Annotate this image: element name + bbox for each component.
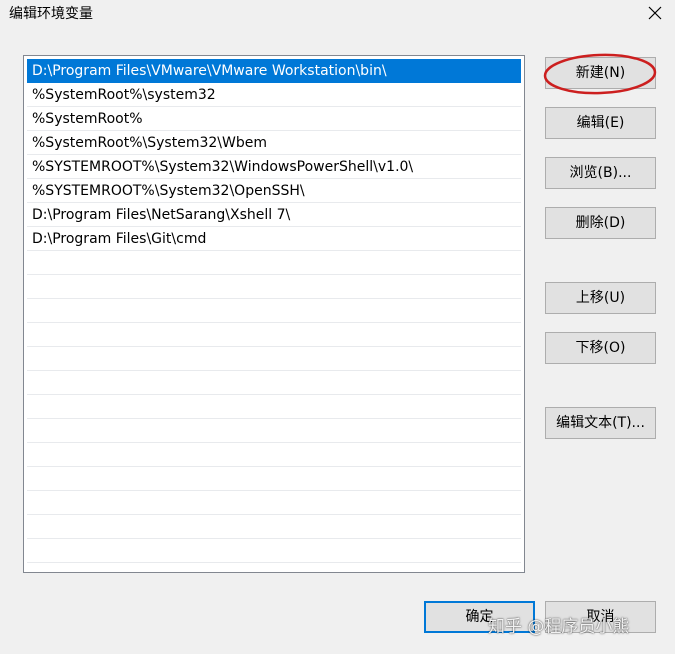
move-down-button[interactable]: 下移(O) <box>545 332 656 364</box>
edit-button[interactable]: 编辑(E) <box>545 107 656 139</box>
close-icon <box>648 6 662 20</box>
delete-button[interactable]: 删除(D) <box>545 207 656 239</box>
path-list-item[interactable]: %SystemRoot%\System32\Wbem <box>27 131 521 155</box>
empty-row[interactable] <box>27 419 521 443</box>
path-list-item[interactable]: %SYSTEMROOT%\System32\OpenSSH\ <box>27 179 521 203</box>
empty-row[interactable] <box>27 539 521 563</box>
close-button[interactable] <box>635 0 675 26</box>
empty-row[interactable] <box>27 251 521 275</box>
empty-row[interactable] <box>27 395 521 419</box>
empty-row[interactable] <box>27 299 521 323</box>
title-bar: 编辑环境变量 <box>0 0 675 26</box>
path-list-item[interactable]: D:\Program Files\VMware\VMware Workstati… <box>27 59 521 83</box>
window-title: 编辑环境变量 <box>9 6 93 22</box>
path-list-item[interactable]: D:\Program Files\Git\cmd <box>27 227 521 251</box>
empty-row[interactable] <box>27 491 521 515</box>
empty-row[interactable] <box>27 467 521 491</box>
move-up-button[interactable]: 上移(U) <box>545 282 656 314</box>
empty-row[interactable] <box>27 515 521 539</box>
path-list-item[interactable]: %SystemRoot%\system32 <box>27 83 521 107</box>
empty-row[interactable] <box>27 347 521 371</box>
edit-text-button[interactable]: 编辑文本(T)... <box>545 407 656 439</box>
new-button[interactable]: 新建(N) <box>545 57 656 89</box>
path-list-item[interactable]: %SystemRoot% <box>27 107 521 131</box>
path-list-item[interactable]: %SYSTEMROOT%\System32\WindowsPowerShell\… <box>27 155 521 179</box>
path-list-item[interactable]: D:\Program Files\NetSarang\Xshell 7\ <box>27 203 521 227</box>
empty-row[interactable] <box>27 371 521 395</box>
path-list[interactable]: D:\Program Files\VMware\VMware Workstati… <box>23 55 525 573</box>
empty-row[interactable] <box>27 323 521 347</box>
empty-row[interactable] <box>27 275 521 299</box>
empty-row[interactable] <box>27 443 521 467</box>
watermark: 知乎 @程序员小熊 <box>488 617 630 637</box>
browse-button[interactable]: 浏览(B)... <box>545 157 656 189</box>
